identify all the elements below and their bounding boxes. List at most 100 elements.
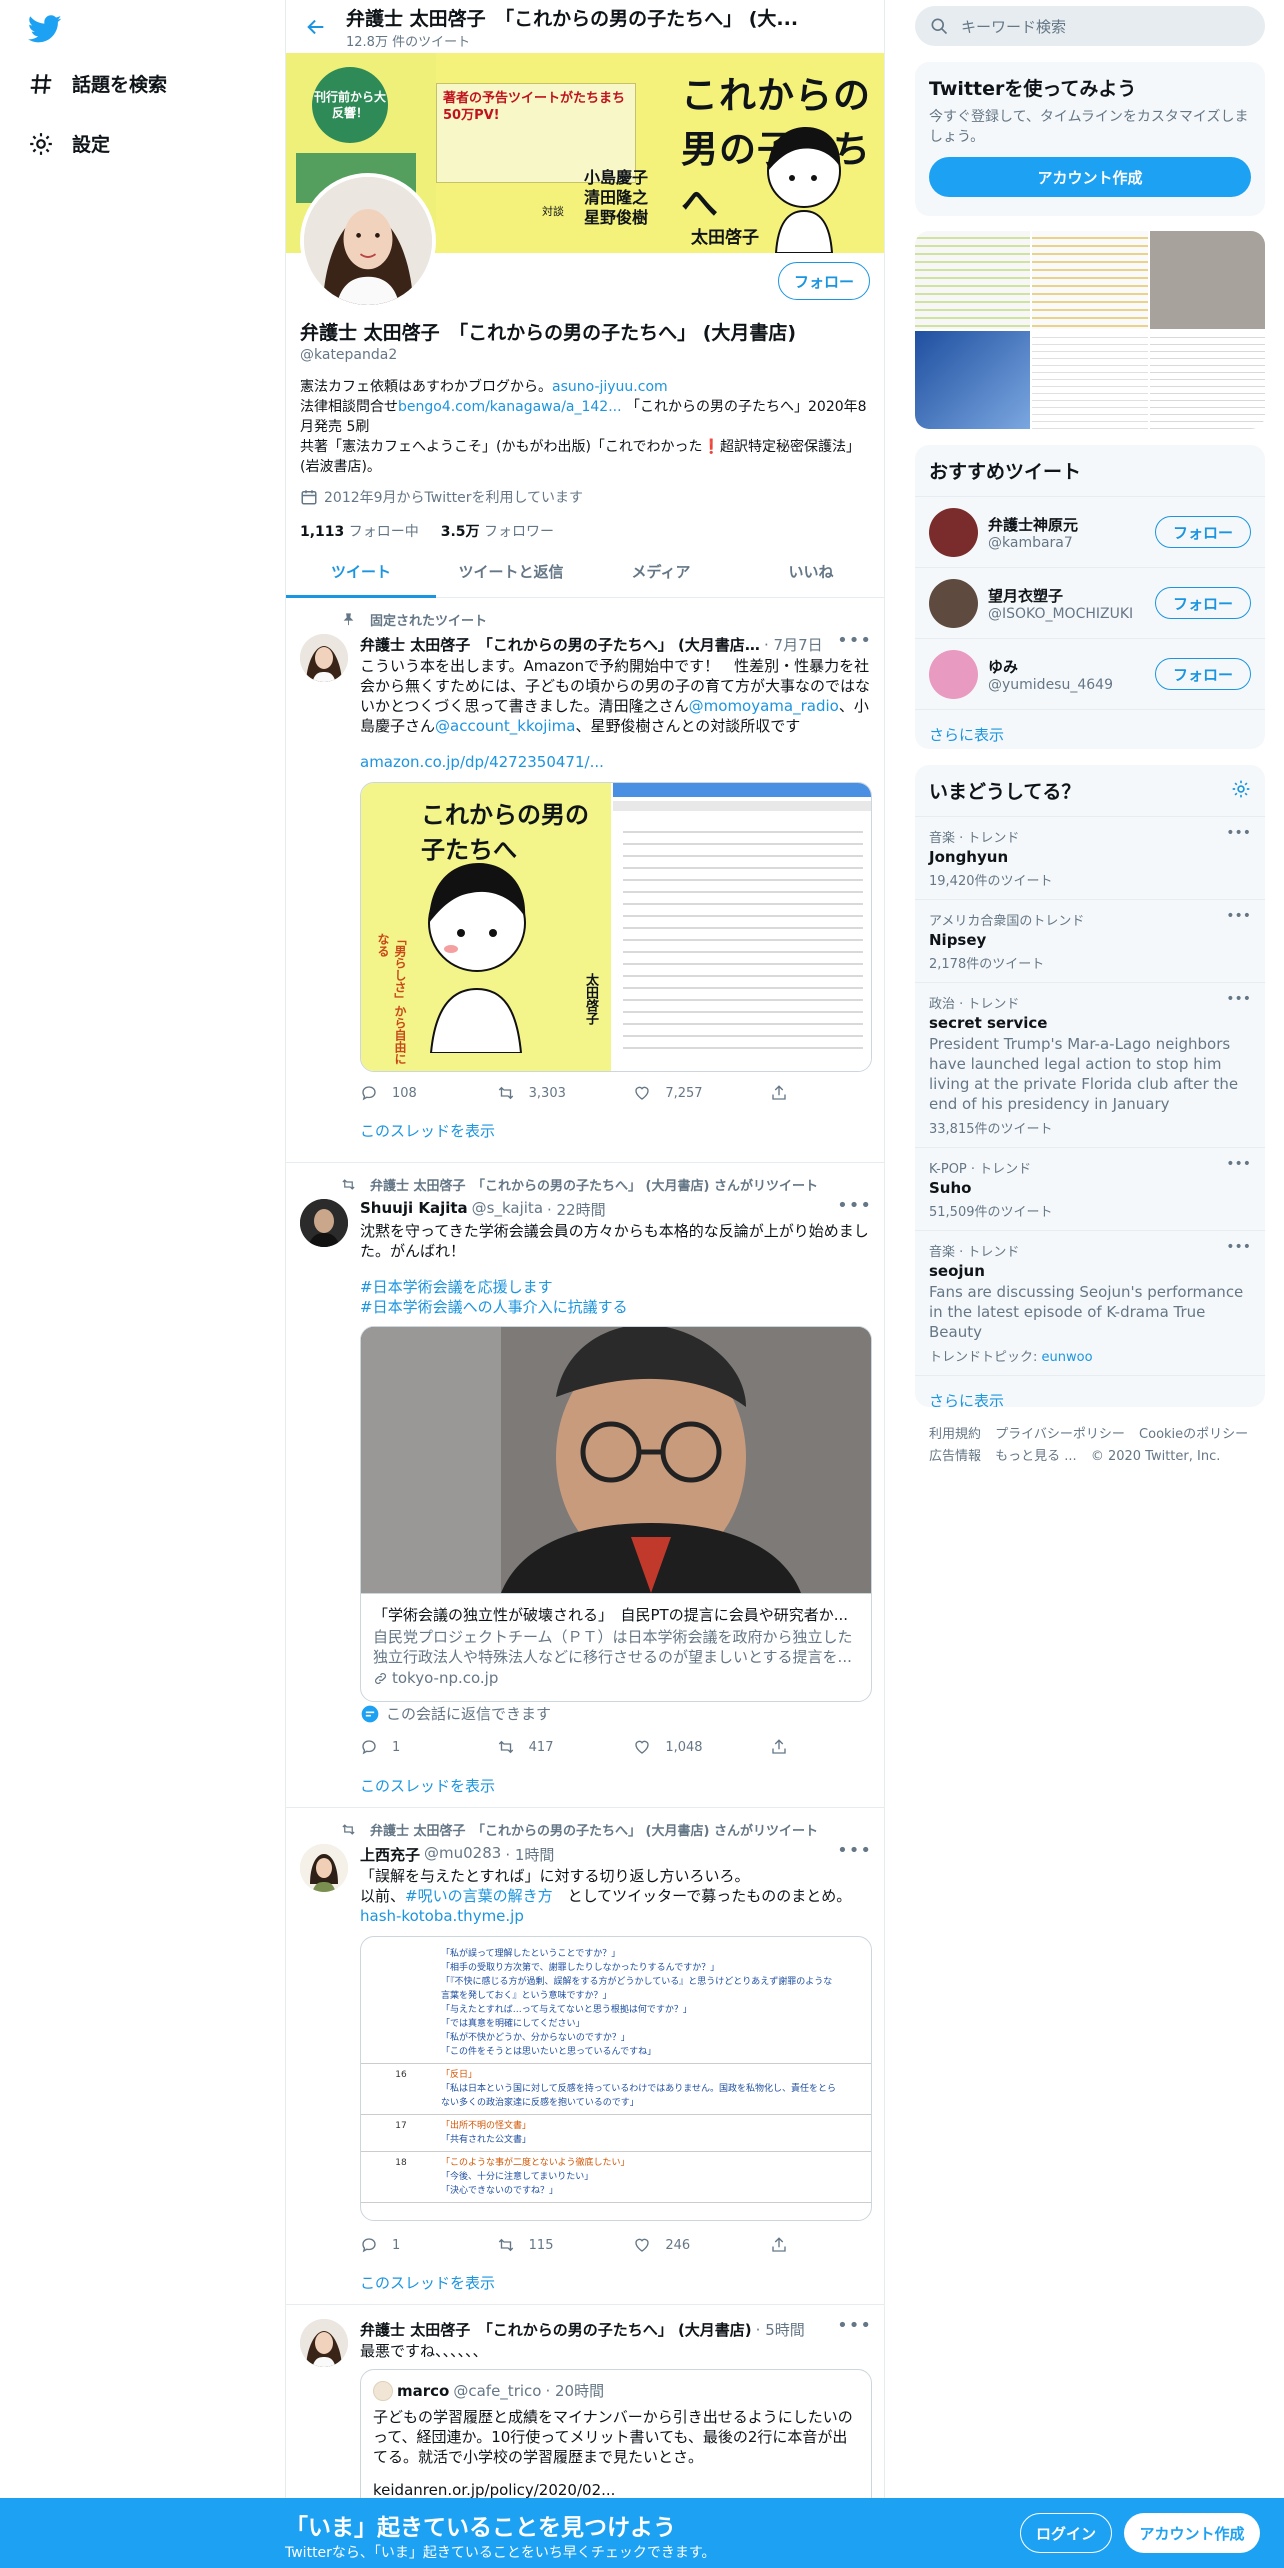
more-options-icon[interactable]: ••• [837,630,872,651]
footer-link-more[interactable]: もっと見る ... [995,1449,1077,1464]
tweet-author-handle[interactable]: @s_kajita [472,1199,543,1220]
more-options-icon[interactable]: ••• [837,1840,872,1861]
tweet-retweet-kajita[interactable]: 弁護士 太田啓子 「これからの男の子たちへ」 (大月書店) さんがリツイート S… [286,1163,884,1808]
tweet-media-book[interactable]: これからの男の子たちへ 「男らしさ」から自由になる 太田啓子 [360,782,872,1072]
profile-avatar[interactable] [300,173,436,309]
avatar[interactable] [300,1199,348,1247]
footer-link-ads[interactable]: 広告情報 [929,1449,981,1464]
more-options-icon[interactable]: ••• [1226,1156,1251,1172]
login-button[interactable]: ログイン [1020,2513,1112,2553]
show-thread-link[interactable]: このスレッドを表示 [360,1120,495,1141]
hashtag-link[interactable]: #呪いの言葉の解き方 [405,1887,553,1905]
recommended-user[interactable]: 弁護士神原元 @kambara7 フォロー [915,496,1265,567]
tweet-link[interactable]: hash-kotoba.thyme.jp [360,1907,524,1925]
signup-button[interactable]: アカウント作成 [1124,2513,1260,2553]
media-thumb-6[interactable] [1149,331,1265,429]
nav-settings[interactable]: 設定 [28,130,110,157]
share-button[interactable] [770,2236,800,2254]
reply-button[interactable]: 108 [360,1084,470,1102]
media-thumb-3[interactable] [1149,231,1265,329]
mention-link[interactable]: @account_kkojima [435,717,575,735]
retweet-button[interactable]: 417 [497,1738,607,1756]
more-options-icon[interactable]: ••• [1226,908,1251,924]
mention-link[interactable]: @momoyama_radio [689,697,839,715]
media-thumb-1[interactable] [915,231,1031,329]
reply-button[interactable]: 1 [360,2236,470,2254]
twitter-logo-icon[interactable] [28,12,62,46]
show-more-link[interactable]: さらに表示 [915,709,1265,749]
like-button[interactable]: 246 [633,2236,743,2254]
trend-item[interactable]: 音楽 · トレンド seojun Fans are discussing Seo… [915,1230,1265,1375]
footer-link-cookies[interactable]: Cookieのポリシー [1139,1427,1248,1442]
share-button[interactable] [770,1738,800,1756]
tab-tweets-and-replies[interactable]: ツイートと返信 [436,545,586,597]
followers-stat[interactable]: 3.5万 フォロワー [441,521,554,541]
media-thumb-5[interactable] [1032,331,1148,429]
tweet-time[interactable]: · 5時間 [756,2319,805,2340]
tweet-pinned[interactable]: 固定されたツイート 弁護士 太田啓子 「これからの男の子たちへ」 (大月書店..… [286,598,884,1163]
like-button[interactable]: 1,048 [633,1738,743,1756]
tweet-time[interactable]: · 1時間 [505,1844,554,1865]
tweet-author-name[interactable]: 弁護士 太田啓子 「これからの男の子たちへ」 (大月書店... [360,634,760,655]
tweet-media-screenshot[interactable]: 「私が誤って理解したということですか？」 「相手の受取り方次第で、謝罪したりしなか… [360,1936,872,2221]
trend-item[interactable]: K-POP · トレンド Suho 51,509件のツイート ••• [915,1147,1265,1230]
follow-button[interactable]: フォロー [778,262,870,300]
tweet-retweet-uenishi[interactable]: 弁護士 太田啓子 「これからの男の子たちへ」 (大月書店) さんがリツイート 上… [286,1808,884,2305]
tab-media[interactable]: メディア [586,545,736,597]
tab-tweets[interactable]: ツイート [286,545,436,598]
trend-item[interactable]: 政治 · トレンド secret service President Trump… [915,982,1265,1147]
hashtag-link[interactable]: #日本学術会議への人事介入に抗議する [360,1297,872,1317]
bio-link-1[interactable]: asuno-jiyuu.com [552,379,668,395]
show-thread-link[interactable]: このスレッドを表示 [360,1775,495,1796]
tweet-author-handle[interactable]: @mu0283 [424,1844,501,1865]
media-thumb-4[interactable] [915,331,1031,429]
tweet-time[interactable]: · 22時間 [547,1199,606,1220]
avatar[interactable] [300,2319,348,2367]
more-options-icon[interactable]: ••• [837,2315,872,2336]
footer-link-terms[interactable]: 利用規約 [929,1427,981,1442]
link-card[interactable]: 「学術会議の独立性が破壊される」 自民PTの提言に会員や研究者か... 自民党プ… [360,1326,872,1702]
recommended-user[interactable]: ゆみ @yumidesu_4649 フォロー [915,638,1265,709]
nav-explore[interactable]: 話題を検索 [28,70,167,97]
recommended-user[interactable]: 望月衣塑子 @ISOKO_MOCHIZUKI フォロー [915,567,1265,638]
avatar [929,649,978,699]
tweet-author-name[interactable]: 弁護士 太田啓子 「これからの男の子たちへ」 (大月書店) [360,2319,752,2340]
trend-item[interactable]: 音楽 · トレンド Jonghyun 19,420件のツイート ••• [915,816,1265,899]
follow-button[interactable]: フォロー [1155,516,1251,548]
footer-link-privacy[interactable]: プライバシーポリシー [995,1427,1125,1442]
trend-item[interactable]: アメリカ合衆国のトレンド Nipsey 2,178件のツイート ••• [915,899,1265,982]
show-thread-link[interactable]: このスレッドを表示 [360,2272,495,2293]
avatar[interactable] [300,1844,348,1892]
tweet-author-name[interactable]: 上西充子 [360,1844,420,1865]
back-arrow-icon[interactable] [286,16,346,38]
tweet-time[interactable]: · 7月7日 [764,634,823,655]
share-button[interactable] [770,1084,800,1102]
reply-button[interactable]: 1 [360,1738,470,1756]
like-button[interactable]: 7,257 [633,1084,743,1102]
tab-likes[interactable]: いいね [736,545,884,597]
hashtag-link[interactable]: #日本学術会議を応援します [360,1277,872,1297]
search-input[interactable]: キーワード検索 [961,16,1066,37]
search-box[interactable]: キーワード検索 [915,6,1265,46]
more-options-icon[interactable]: ••• [1226,991,1251,1007]
retweet-button[interactable]: 3,303 [497,1084,607,1102]
tweet-link[interactable]: amazon.co.jp/dp/4272350471/... [360,752,872,772]
tweet-text: 「誤解を与えたとすれば」に対する切り返し方いろいろ。 以前、#呪いの言葉の解き方… [360,1866,872,1926]
bio-link-2[interactable]: bengo4.com/kanagawa/a_142... [398,399,622,415]
gear-icon[interactable] [1231,779,1251,799]
follow-button[interactable]: フォロー [1155,658,1251,690]
following-stat[interactable]: 1,113 フォロー中 [300,521,419,541]
follow-button[interactable]: フォロー [1155,587,1251,619]
retweet-button[interactable]: 115 [497,2236,607,2254]
trend-topic-link[interactable]: eunwoo [1042,1350,1093,1365]
more-options-icon[interactable]: ••• [1226,825,1251,841]
retweeted-by-label[interactable]: 弁護士 太田啓子 「これからの男の子たちへ」 (大月書店) さんがリツイート [370,1820,818,1839]
signup-card-button[interactable]: アカウント作成 [929,157,1251,197]
trends-show-more-link[interactable]: さらに表示 [915,1375,1265,1407]
more-options-icon[interactable]: ••• [1226,1239,1251,1255]
avatar[interactable] [300,634,348,682]
media-thumb-2[interactable] [1032,231,1148,329]
more-options-icon[interactable]: ••• [837,1195,872,1216]
tweet-author-name[interactable]: Shuuji Kajita [360,1199,468,1220]
retweeted-by-label[interactable]: 弁護士 太田啓子 「これからの男の子たちへ」 (大月書店) さんがリツイート [370,1175,818,1194]
